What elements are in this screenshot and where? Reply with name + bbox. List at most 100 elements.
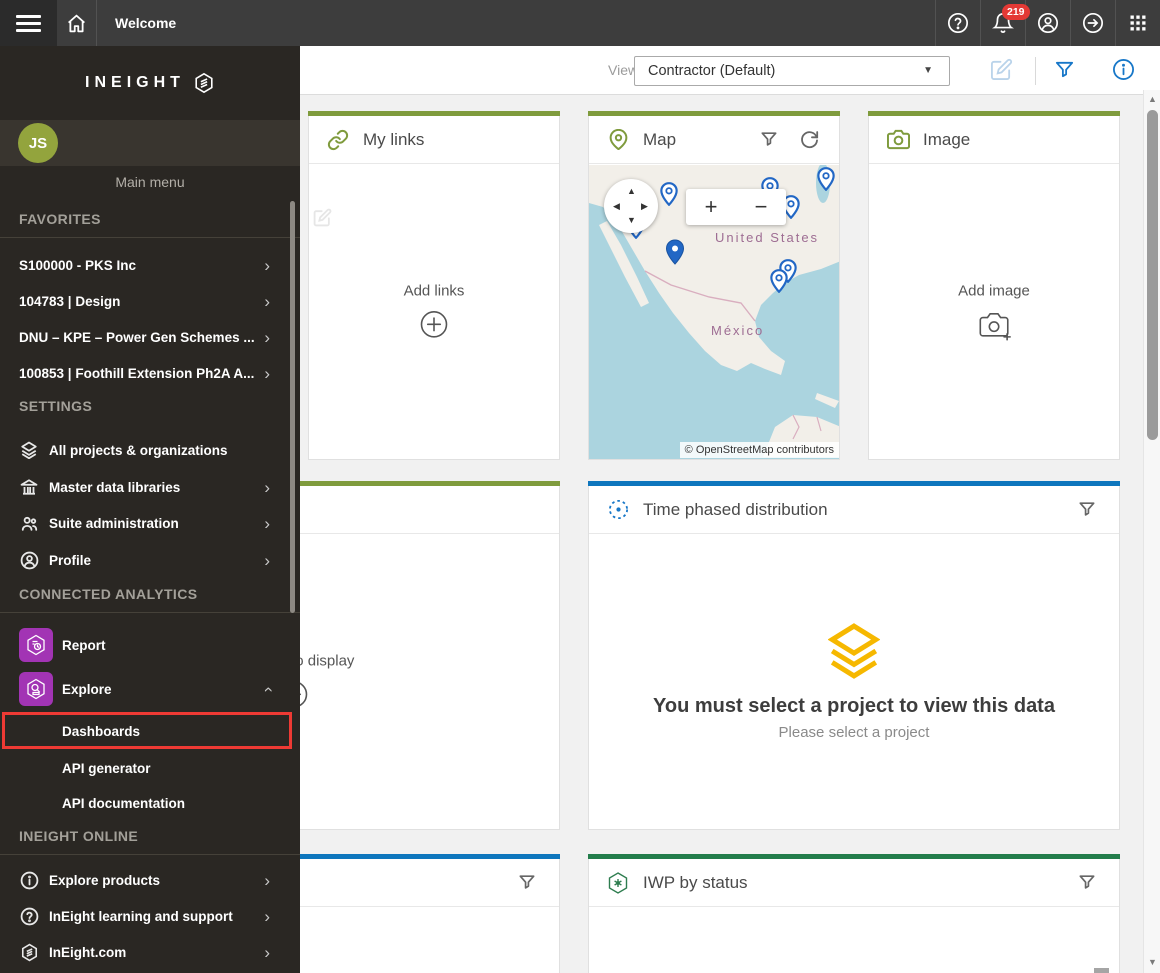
pan-down-arrow[interactable]: ▼ <box>627 215 636 225</box>
camera-icon <box>886 128 910 152</box>
pan-up-arrow[interactable]: ▲ <box>627 186 636 196</box>
zoom-in-button[interactable]: + <box>686 189 736 225</box>
scroll-down-arrow[interactable]: ▼ <box>1144 957 1160 967</box>
widget-title: Image <box>923 129 971 149</box>
bottom-left-filter-button[interactable] <box>517 872 539 894</box>
tab-welcome-label: Welcome <box>115 15 177 31</box>
widget-body: You must select a project to view this d… <box>589 535 1119 829</box>
hamburger-menu-button[interactable] <box>0 0 57 46</box>
widget-header: My links <box>309 116 559 164</box>
widget-title: Time phased distribution <box>643 499 828 519</box>
sidebar-item-learning-support[interactable]: InEight learning and support › <box>0 898 300 934</box>
map-filter-button[interactable] <box>759 129 781 151</box>
map-marker-selected[interactable] <box>665 239 685 265</box>
sidebar-item-explore-products[interactable]: Explore products › <box>0 862 300 898</box>
page-scrollbar-thumb[interactable] <box>1147 110 1158 440</box>
info-icon <box>19 870 39 890</box>
widget-image: Image Add image <box>868 111 1120 460</box>
zoom-out-button[interactable]: − <box>736 189 786 225</box>
widget-header: Image <box>869 116 1119 164</box>
edit-view-button[interactable] <box>990 58 1014 82</box>
user-avatar[interactable]: JS <box>18 123 58 163</box>
widget-title: IWP by status <box>643 872 748 892</box>
apps-grid-button[interactable] <box>1115 0 1160 46</box>
sidebar-item-api-generator[interactable]: API generator <box>0 750 300 786</box>
chevron-right-icon: › <box>264 477 270 497</box>
notifications-button[interactable]: 219 <box>980 0 1030 46</box>
map-pan-control[interactable]: ▲ ▼ ◀ ▶ <box>604 179 658 233</box>
user-row: JS <box>0 120 300 166</box>
top-navigation-bar: Welcome 219 <box>0 0 1160 46</box>
view-select-dropdown[interactable]: Contractor (Default) ▼ <box>634 56 950 86</box>
people-icon <box>19 513 39 533</box>
widget-body: Add image <box>869 165 1119 459</box>
sidebar-item-favorite-project[interactable]: 104783 | Design › <box>0 283 300 319</box>
map-marker[interactable] <box>817 167 835 191</box>
select-project-submessage: Please select a project <box>778 724 930 741</box>
map-pin-icon <box>606 128 630 152</box>
sidebar-scrollbar-thumb[interactable] <box>290 201 295 613</box>
map-refresh-button[interactable] <box>799 129 821 151</box>
chevron-right-icon: › <box>264 327 270 347</box>
sidebar-item-favorite-project[interactable]: DNU – KPE – Power Gen Schemes ... › <box>0 319 300 355</box>
bank-icon <box>19 477 39 497</box>
help-button[interactable] <box>935 0 980 46</box>
link-icon <box>326 128 350 152</box>
edit-favorites-icon[interactable] <box>313 208 333 228</box>
filter-button[interactable] <box>1053 58 1077 82</box>
sidebar-item-api-documentation[interactable]: API documentation <box>0 785 300 821</box>
widget-body: Ready for review Rejected Construction c… <box>589 908 1119 973</box>
map-canvas[interactable]: United States México ▲ ▼ ◀ ▶ + − © OpenS… <box>589 165 839 459</box>
map-label-mexico: México <box>711 323 765 338</box>
sidebar-item-all-projects[interactable]: All projects & organizations <box>0 432 300 468</box>
info-button[interactable] <box>1112 58 1136 82</box>
pan-right-arrow[interactable]: ▶ <box>641 201 648 212</box>
toolbar-divider <box>1035 57 1036 85</box>
sidebar-item-ineight-com[interactable]: InEight.com › <box>0 934 300 970</box>
map-marker[interactable] <box>660 182 678 206</box>
add-image-button[interactable] <box>979 309 1009 339</box>
sidebar-item-favorite-project[interactable]: 100853 | Foothill Extension Ph2A A... › <box>0 355 300 391</box>
time-phased-icon <box>606 498 630 522</box>
iwp-inner-scrollbar[interactable] <box>1094 968 1109 973</box>
sidebar-item-report[interactable]: Report <box>0 624 300 666</box>
select-project-icon <box>828 623 880 679</box>
view-selected-value: Contractor (Default) <box>648 63 776 79</box>
chevron-right-icon: › <box>264 513 270 533</box>
connected-analytics-section-header: CONNECTED ANALYTICS <box>19 586 198 602</box>
chevron-right-icon: › <box>264 363 270 383</box>
chevron-right-icon: › <box>264 942 270 962</box>
favorites-section-header: FAVORITES <box>19 211 101 227</box>
notification-count-badge: 219 <box>1002 4 1030 20</box>
explore-app-icon <box>19 672 53 706</box>
sidebar-item-favorite-project[interactable]: S100000 - PKS Inc › <box>0 247 300 283</box>
home-icon <box>66 13 87 34</box>
iwp-filter-button[interactable] <box>1077 872 1099 894</box>
tab-welcome[interactable]: Welcome <box>97 0 194 46</box>
home-button[interactable] <box>57 0 97 46</box>
map-marker[interactable] <box>770 269 788 293</box>
sidebar-item-suite-administration[interactable]: Suite administration › <box>0 505 300 541</box>
widget-title: My links <box>363 129 425 149</box>
sidebar-item-master-data-libraries[interactable]: Master data libraries › <box>0 469 300 505</box>
ineight-hexagon-icon <box>19 942 39 962</box>
add-links-button[interactable] <box>419 309 449 339</box>
add-links-label: Add links <box>403 282 465 300</box>
logout-icon <box>1082 12 1104 34</box>
report-app-icon <box>19 628 53 662</box>
pan-left-arrow[interactable]: ◀ <box>613 201 620 212</box>
scroll-up-arrow[interactable]: ▲ <box>1144 94 1160 104</box>
main-menu-sidebar: INEIGHT JS Main menu FAVORITES S100000 -… <box>0 46 300 973</box>
widget-header: Time phased distribution <box>589 486 1119 534</box>
sidebar-item-explore[interactable]: Explore › <box>0 668 300 710</box>
sidebar-item-profile[interactable]: Profile › <box>0 542 300 578</box>
ineight-online-section-header: INEIGHT ONLINE <box>19 828 139 844</box>
widget-title: Map <box>643 129 677 149</box>
logout-button[interactable] <box>1070 0 1115 46</box>
view-toolbar: View: Contractor (Default) ▼ <box>300 46 1160 95</box>
time-phased-filter-button[interactable] <box>1077 499 1099 521</box>
page-scrollbar[interactable]: ▲ ▼ <box>1143 90 1160 973</box>
account-button[interactable] <box>1025 0 1070 46</box>
widget-time-phased-distribution: Time phased distribution You must select… <box>588 481 1120 830</box>
widget-iwp-by-status: IWP by status Ready for review Rejected <box>588 854 1120 973</box>
